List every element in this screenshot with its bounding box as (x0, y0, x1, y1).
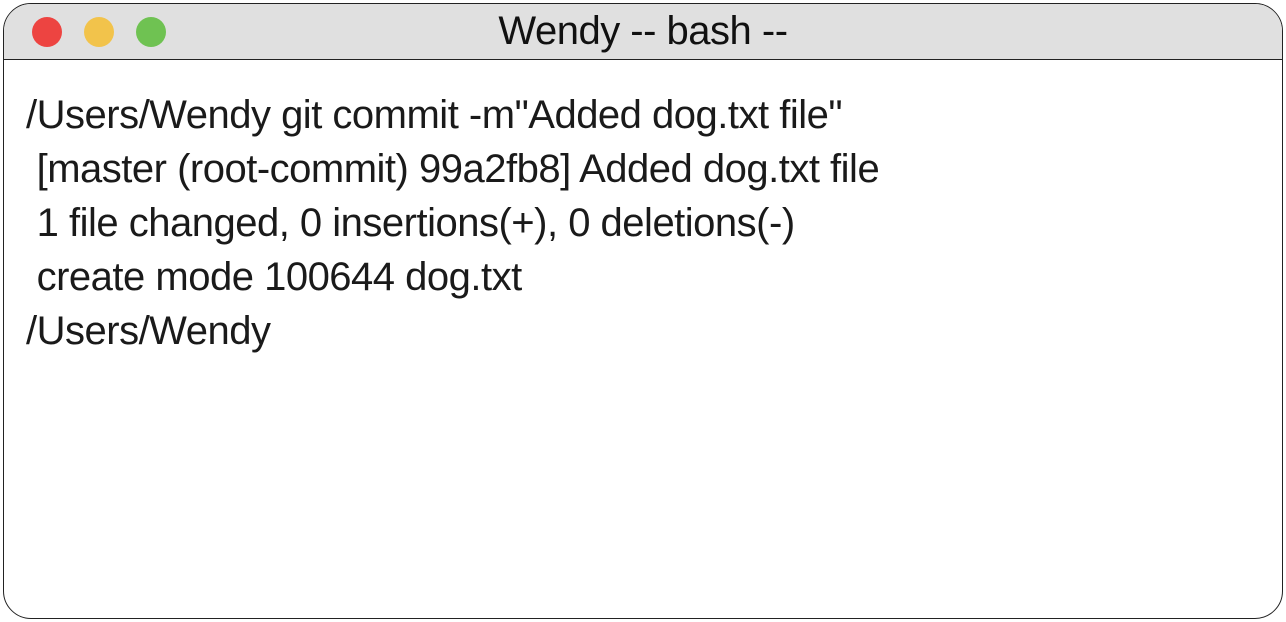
terminal-line: /Users/Wendy git commit -m"Added dog.txt… (26, 88, 1260, 142)
terminal-line: 1 file changed, 0 insertions(+), 0 delet… (26, 196, 1260, 250)
minimize-icon[interactable] (84, 17, 114, 47)
terminal-line: [master (root-commit) 99a2fb8] Added dog… (26, 142, 1260, 196)
window-title: Wendy -- bash -- (4, 9, 1282, 54)
terminal-line: create mode 100644 dog.txt (26, 250, 1260, 304)
terminal-body[interactable]: /Users/Wendy git commit -m"Added dog.txt… (4, 60, 1282, 618)
title-bar: Wendy -- bash -- (4, 4, 1282, 60)
traffic-lights (4, 17, 166, 47)
zoom-icon[interactable] (136, 17, 166, 47)
close-icon[interactable] (32, 17, 62, 47)
terminal-line: /Users/Wendy (26, 304, 1260, 358)
terminal-window: Wendy -- bash -- /Users/Wendy git commit… (3, 3, 1283, 619)
